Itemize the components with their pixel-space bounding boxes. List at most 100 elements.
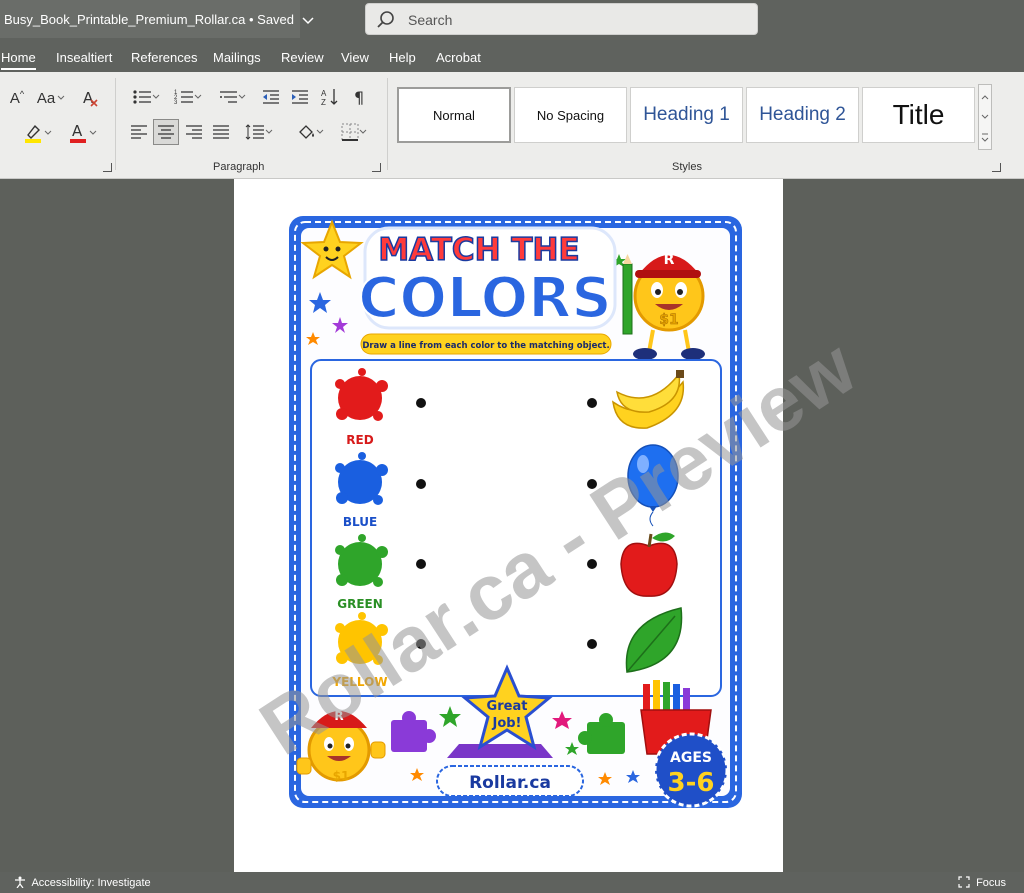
search-box[interactable]: Search bbox=[365, 3, 758, 35]
focus-icon bbox=[958, 876, 970, 888]
svg-text:R: R bbox=[664, 252, 675, 268]
increase-indent-button[interactable] bbox=[288, 86, 312, 108]
status-bar: Accessibility: Investigate Focus bbox=[0, 872, 1024, 893]
right-dot bbox=[587, 398, 597, 408]
align-left-button[interactable] bbox=[128, 121, 150, 143]
highlighter-icon bbox=[25, 124, 41, 143]
chevron-down-icon bbox=[44, 130, 52, 135]
left-dot bbox=[416, 398, 426, 408]
color-label-yellow: YELLOW bbox=[331, 675, 387, 689]
focus-mode-button[interactable]: Focus bbox=[958, 876, 1006, 889]
align-left-icon bbox=[131, 125, 147, 139]
highlight-button[interactable] bbox=[20, 122, 54, 144]
font-color-icon: A bbox=[70, 122, 86, 143]
right-dot bbox=[587, 559, 597, 569]
ages-range: 3-6 bbox=[668, 768, 715, 798]
align-center-icon bbox=[158, 125, 174, 139]
worksheet-image: MATCH THE COLORS Draw a line from each c… bbox=[289, 216, 742, 808]
separator bbox=[115, 78, 116, 170]
chevron-down-icon bbox=[194, 94, 202, 99]
grow-font-button[interactable]: A ^ bbox=[6, 87, 28, 109]
badge-text-1: Great bbox=[487, 699, 528, 714]
numbered-list-icon: 123 bbox=[174, 90, 193, 106]
justify-icon bbox=[213, 125, 229, 139]
styles-scroll[interactable] bbox=[978, 84, 992, 150]
paragraph-dialog-launcher[interactable] bbox=[372, 163, 381, 172]
line-spacing-icon bbox=[245, 124, 264, 140]
decrease-indent-icon bbox=[263, 90, 279, 104]
increase-indent-icon bbox=[292, 90, 308, 104]
style-title[interactable]: Title bbox=[862, 87, 975, 143]
site-name: Rollar.ca bbox=[469, 773, 551, 793]
style-normal[interactable]: Normal bbox=[397, 87, 511, 143]
style-heading-1[interactable]: Heading 1 bbox=[630, 87, 743, 143]
chevron-down-icon bbox=[57, 95, 65, 100]
worksheet-title-line1: MATCH THE bbox=[378, 232, 579, 268]
accessibility-status[interactable]: Accessibility: Investigate bbox=[14, 876, 151, 889]
svg-text:¶: ¶ bbox=[354, 88, 364, 106]
chevron-up-icon bbox=[981, 95, 989, 100]
chevron-down-icon bbox=[265, 129, 273, 134]
numbering-button[interactable]: 123 bbox=[170, 86, 206, 108]
shading-button[interactable] bbox=[291, 121, 329, 143]
justify-button[interactable] bbox=[210, 121, 232, 143]
ages-label: AGES bbox=[670, 750, 712, 766]
align-center-button[interactable] bbox=[153, 119, 179, 145]
tab-references[interactable]: References bbox=[131, 50, 197, 65]
chevron-down-icon bbox=[359, 129, 367, 134]
color-label-blue: BLUE bbox=[343, 515, 377, 529]
style-heading-2[interactable]: Heading 2 bbox=[746, 87, 859, 143]
right-dot bbox=[587, 639, 597, 649]
decrease-indent-button[interactable] bbox=[259, 86, 283, 108]
change-case-button[interactable]: Aa bbox=[34, 87, 68, 109]
title-bar: Busy_Book_Printable_Premium_Rollar.ca • … bbox=[0, 0, 1024, 38]
document-title[interactable]: Busy_Book_Printable_Premium_Rollar.ca • … bbox=[0, 0, 314, 38]
font-dialog-launcher[interactable] bbox=[103, 163, 112, 172]
search-placeholder: Search bbox=[408, 12, 453, 28]
tab-insert[interactable]: Insealtiert bbox=[56, 50, 112, 65]
ribbon-tabs: Home Insealtiert References Mailings Rev… bbox=[0, 38, 1024, 72]
more-styles-icon bbox=[981, 133, 989, 142]
svg-text:3: 3 bbox=[174, 100, 178, 106]
clear-formatting-button[interactable]: A bbox=[78, 87, 102, 109]
styles-dialog-launcher[interactable] bbox=[992, 163, 1001, 172]
svg-text:$1: $1 bbox=[659, 312, 678, 328]
sort-button[interactable]: AZ bbox=[318, 86, 342, 108]
line-spacing-button[interactable] bbox=[240, 121, 278, 143]
pilcrow-icon: ¶ bbox=[354, 88, 364, 106]
font-color-button[interactable]: A bbox=[64, 122, 100, 144]
borders-button[interactable] bbox=[335, 121, 373, 143]
chevron-down-icon bbox=[981, 114, 989, 119]
sort-icon: AZ bbox=[321, 89, 338, 107]
show-formatting-button[interactable]: ¶ bbox=[348, 86, 372, 108]
ages-badge: AGES 3-6 bbox=[653, 732, 729, 808]
styles-group-label: Styles bbox=[672, 161, 702, 173]
multilevel-list-button[interactable] bbox=[213, 86, 251, 108]
tab-help[interactable]: Help bbox=[389, 50, 416, 65]
ribbon: A ^ Aa A A 123 A Z ¶ Paragraph Normal No… bbox=[0, 72, 1024, 179]
style-no-spacing[interactable]: No Spacing bbox=[514, 87, 627, 143]
align-right-icon bbox=[186, 125, 202, 139]
tab-home[interactable]: Home bbox=[1, 50, 36, 70]
badge-text-2: Job! bbox=[491, 716, 521, 731]
svg-text:$1: $1 bbox=[333, 769, 350, 783]
borders-icon bbox=[341, 123, 359, 141]
align-right-button[interactable] bbox=[183, 121, 205, 143]
right-dot bbox=[587, 479, 597, 489]
tab-mailings[interactable]: Mailings bbox=[213, 50, 261, 65]
paragraph-group-label: Paragraph bbox=[213, 161, 265, 173]
accessibility-icon bbox=[15, 876, 25, 889]
tab-review[interactable]: Review bbox=[281, 50, 324, 65]
word-window: Busy_Book_Printable_Premium_Rollar.ca • … bbox=[0, 0, 1024, 893]
bullets-button[interactable] bbox=[128, 86, 164, 108]
tab-acrobat[interactable]: Acrobat bbox=[436, 50, 481, 65]
chevron-down-icon bbox=[316, 129, 324, 134]
tab-view[interactable]: View bbox=[341, 50, 369, 65]
chevron-down-icon bbox=[302, 17, 314, 24]
chevron-down-icon bbox=[89, 130, 97, 135]
bullet-list-icon bbox=[133, 90, 151, 104]
chevron-down-icon bbox=[238, 94, 246, 99]
instruction-text: Draw a line from each color to the match… bbox=[362, 341, 609, 351]
svg-text:Z: Z bbox=[321, 98, 326, 107]
search-icon bbox=[377, 11, 394, 28]
